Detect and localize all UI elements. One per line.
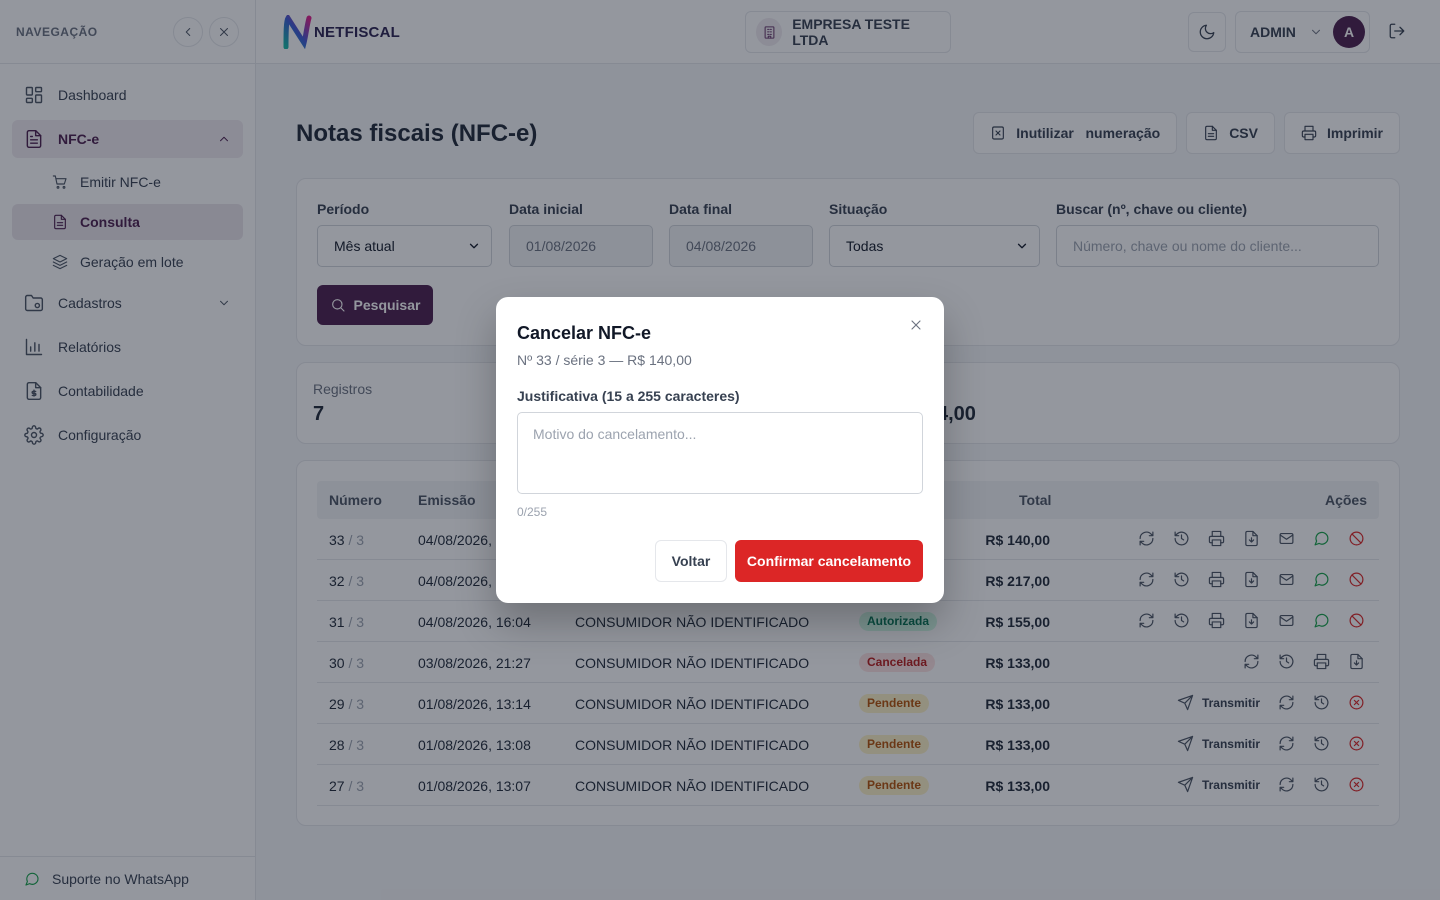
close-icon [911, 320, 921, 330]
confirmar-cancelamento-button[interactable]: Confirmar cancelamento [735, 540, 923, 582]
justificativa-placeholder: Motivo do cancelamento... [533, 426, 697, 442]
justificativa-textarea[interactable]: Motivo do cancelamento... [517, 412, 923, 494]
voltar-button[interactable]: Voltar [655, 540, 727, 582]
cancel-nfce-modal: Cancelar NFC-e Nº 33 / série 3 — R$ 140,… [496, 297, 944, 603]
character-counter: 0/255 [517, 505, 548, 519]
modal-subtitle: Nº 33 / série 3 — R$ 140,00 [517, 352, 692, 368]
modal-close-button[interactable] [908, 317, 924, 333]
justificativa-label: Justificativa (15 a 255 caracteres) [517, 388, 740, 404]
modal-title: Cancelar NFC-e [517, 323, 652, 343]
